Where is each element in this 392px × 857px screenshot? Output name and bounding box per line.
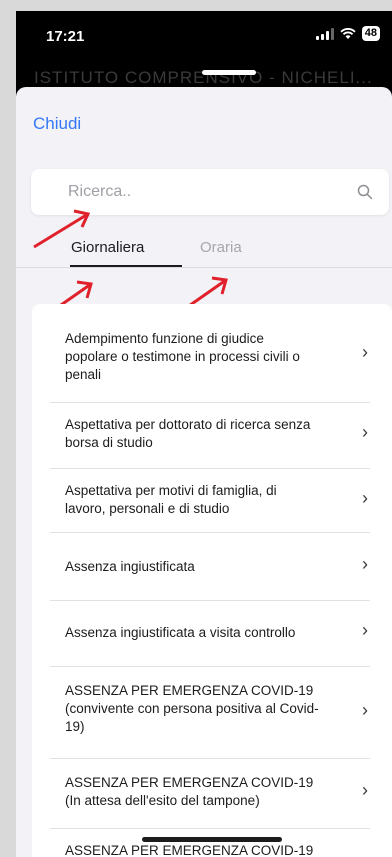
list-item[interactable]: Adempimento funzione di giudice popolare… bbox=[50, 304, 370, 403]
list-item-label: Assenza ingiustificata a visita controll… bbox=[65, 625, 296, 640]
chevron-right-icon: › bbox=[362, 620, 368, 640]
chevron-right-icon: › bbox=[362, 422, 368, 442]
list-item-label: Aspettativa per motivi di famiglia, di l… bbox=[65, 483, 277, 516]
list-item[interactable]: Assenza ingiustificata a visita controll… bbox=[50, 600, 370, 667]
status-icons: 48 bbox=[315, 26, 380, 41]
chevron-right-icon: › bbox=[362, 488, 368, 508]
status-time: 17:21 bbox=[46, 28, 85, 45]
tab-divider bbox=[16, 267, 392, 268]
list-item[interactable]: Assenza ingiustificata › bbox=[50, 532, 370, 601]
signal-icon bbox=[315, 27, 334, 40]
list-item-label: Aspettativa per dottorato di ricerca sen… bbox=[65, 417, 311, 450]
battery-icon: 48 bbox=[361, 26, 380, 41]
chevron-right-icon: › bbox=[362, 342, 368, 362]
modal-sheet: Chiudi Ricerca.. Giornaliera Oraria Adem… bbox=[16, 87, 392, 857]
close-button[interactable]: Chiudi bbox=[33, 114, 81, 134]
list-item-label: ASSENZA PER EMERGENZA COVID-19 bbox=[65, 843, 314, 857]
search-icon bbox=[357, 184, 373, 200]
status-bar: 17:21 48 bbox=[16, 11, 392, 61]
search-placeholder: Ricerca.. bbox=[68, 183, 132, 200]
list-item-label: Adempimento funzione di giudice popolare… bbox=[65, 331, 300, 382]
home-indicator[interactable] bbox=[142, 837, 282, 842]
list-item-label: ASSENZA PER EMERGENZA COVID-19 (In attes… bbox=[65, 775, 314, 808]
list-item[interactable]: Aspettativa per motivi di famiglia, di l… bbox=[50, 468, 370, 533]
tab-oraria[interactable]: Oraria bbox=[200, 239, 242, 256]
wifi-icon bbox=[340, 27, 356, 39]
sheet-grabber[interactable] bbox=[202, 70, 256, 75]
chevron-right-icon: › bbox=[362, 554, 368, 574]
list-item[interactable]: ASSENZA PER EMERGENZA COVID-19 (conviven… bbox=[50, 666, 370, 759]
phone-screen: 17:21 48 ISTITUTO COMPRENSIVO - NICHELI.… bbox=[16, 11, 392, 857]
list-item[interactable]: ASSENZA PER EMERGENZA COVID-19 (In attes… bbox=[50, 758, 370, 829]
list-item-label: ASSENZA PER EMERGENZA COVID-19 (conviven… bbox=[65, 683, 319, 734]
list-item[interactable]: ASSENZA PER EMERGENZA COVID-19 bbox=[50, 828, 370, 857]
absence-type-list: Adempimento funzione di giudice popolare… bbox=[32, 304, 392, 857]
list-item[interactable]: Aspettativa per dottorato di ricerca sen… bbox=[50, 402, 370, 469]
chevron-right-icon: › bbox=[362, 780, 368, 800]
annotation-arrow-search bbox=[33, 209, 91, 249]
chevron-right-icon: › bbox=[362, 700, 368, 720]
list-item-label: Assenza ingiustificata bbox=[65, 559, 195, 574]
